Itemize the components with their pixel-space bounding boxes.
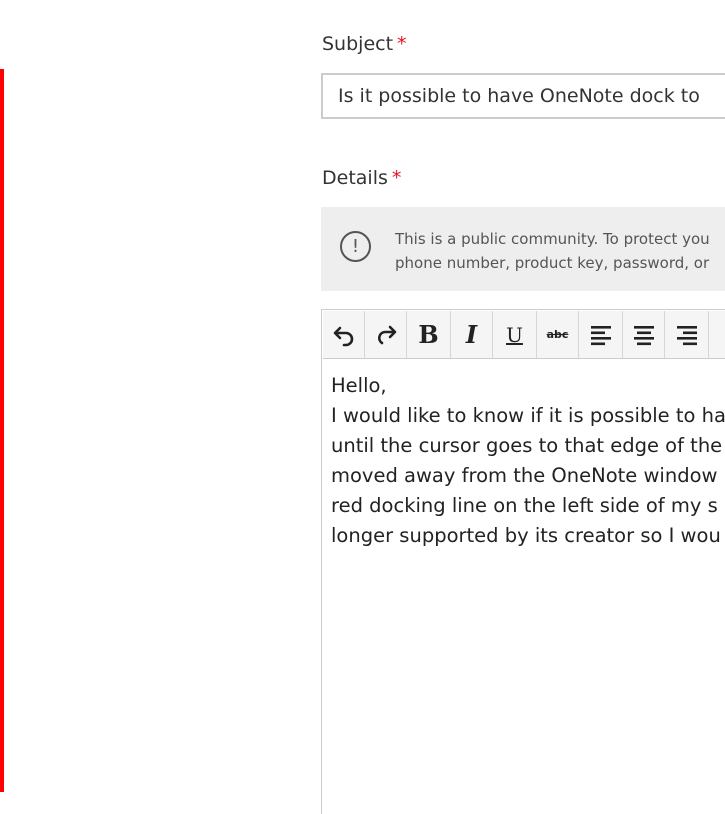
red-docking-line: [0, 69, 4, 792]
underline-button[interactable]: U: [493, 311, 537, 358]
details-required-mark: *: [391, 167, 402, 189]
editor-line: Hello,: [331, 374, 387, 397]
details-label: Details *: [322, 167, 401, 189]
align-center-button[interactable]: [623, 311, 665, 358]
undo-button[interactable]: [323, 311, 365, 358]
privacy-notice-line: This is a public community. To protect y…: [395, 230, 710, 248]
align-left-icon: [590, 325, 611, 345]
align-right-icon: [676, 325, 697, 345]
subject-input[interactable]: Is it possible to have OneNote dock to: [321, 73, 725, 119]
details-editor: B I U abc Hello, I would like to know if…: [321, 309, 725, 814]
privacy-notice: ! This is a public community. To protect…: [321, 207, 725, 291]
bold-button[interactable]: B: [407, 311, 451, 358]
exclamation-circle-icon: !: [340, 231, 371, 262]
editor-toolbar: B I U abc: [323, 311, 725, 359]
details-label-text: Details: [322, 167, 388, 189]
ask-question-page: Subject * Is it possible to have OneNote …: [0, 0, 725, 814]
italic-button[interactable]: I: [451, 311, 493, 358]
privacy-notice-line: phone number, product key, password, or: [395, 254, 710, 272]
editor-line: longer supported by its creator so I wou: [331, 524, 721, 547]
editor-line: moved away from the OneNote window: [331, 464, 718, 487]
strikethrough-button[interactable]: abc: [537, 311, 579, 358]
align-left-button[interactable]: [579, 311, 623, 358]
editor-text-area[interactable]: Hello, I would like to know if it is pos…: [331, 371, 725, 551]
editor-line: red docking line on the left side of my …: [331, 494, 718, 517]
redo-icon: [377, 325, 396, 344]
subject-label-text: Subject: [322, 33, 394, 55]
editor-line: I would like to know if it is possible t…: [331, 404, 725, 427]
privacy-notice-text: This is a public community. To protect y…: [395, 227, 725, 275]
subject-label: Subject *: [322, 33, 407, 55]
editor-line: until the cursor goes to that edge of th…: [331, 434, 723, 457]
redo-button[interactable]: [365, 311, 407, 358]
undo-icon: [333, 326, 353, 346]
align-center-icon: [633, 325, 654, 345]
align-right-button[interactable]: [665, 311, 709, 358]
subject-required-mark: *: [397, 33, 407, 55]
